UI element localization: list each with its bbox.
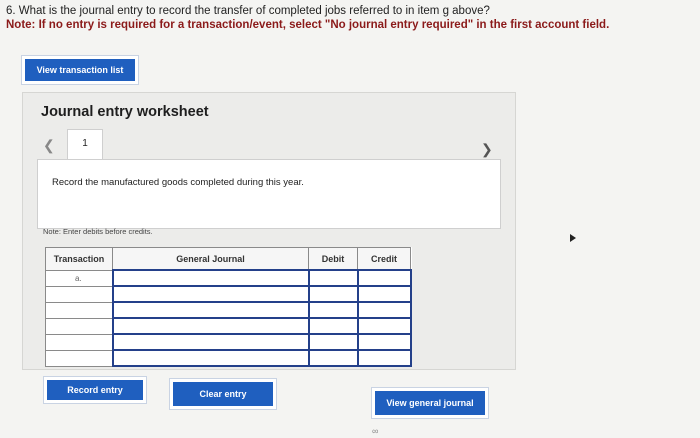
view-transaction-list-button[interactable]: View transaction list — [22, 56, 138, 84]
header-credit: Credit — [357, 247, 411, 271]
question-note: Note: If no entry is required for a tran… — [6, 19, 610, 31]
credit-input[interactable] — [356, 301, 412, 319]
transaction-description: Record the manufactured goods completed … — [52, 177, 304, 188]
credit-input[interactable] — [356, 349, 412, 367]
credit-input[interactable] — [356, 269, 412, 287]
transaction-cell — [45, 301, 113, 319]
record-entry-button[interactable]: Record entry — [44, 377, 146, 403]
journal-table: Transaction General Journal Debit Credit… — [45, 247, 412, 367]
table-row — [45, 349, 412, 367]
account-select[interactable] — [111, 285, 310, 303]
worksheet-title: Journal entry worksheet — [41, 104, 209, 120]
table-row — [45, 317, 412, 335]
tab-number: 1 — [82, 138, 88, 149]
account-select[interactable] — [111, 349, 310, 367]
debit-input[interactable] — [307, 317, 359, 335]
account-select[interactable] — [111, 317, 310, 335]
chevron-right-icon[interactable]: ❯ — [481, 141, 493, 158]
cursor-arrow-icon — [570, 234, 576, 242]
question-text: 6. What is the journal entry to record t… — [6, 5, 490, 17]
view-general-journal-button[interactable]: View general journal — [372, 388, 488, 418]
account-select[interactable] — [111, 301, 310, 319]
credit-input[interactable] — [356, 333, 412, 351]
credit-input[interactable] — [356, 285, 412, 303]
header-transaction: Transaction — [45, 247, 113, 271]
header-debit: Debit — [308, 247, 358, 271]
debit-input[interactable] — [307, 349, 359, 367]
table-row — [45, 333, 412, 351]
transaction-cell — [45, 349, 113, 367]
header-general-journal: General Journal — [112, 247, 309, 271]
debit-input[interactable] — [307, 285, 359, 303]
debit-input[interactable] — [307, 333, 359, 351]
table-row — [45, 285, 412, 303]
clear-entry-button[interactable]: Clear entry — [170, 379, 276, 409]
chevron-left-icon[interactable]: ❮ — [43, 137, 55, 154]
transaction-cell — [45, 317, 113, 335]
link-icon: ∞ — [372, 426, 379, 436]
journal-entry-worksheet: Journal entry worksheet ❮ 1 ❯ Record the… — [22, 92, 516, 370]
transaction-cell — [45, 285, 113, 303]
debits-credits-note: Note: Enter debits before credits. — [43, 227, 153, 236]
account-select[interactable] — [111, 333, 310, 351]
transaction-cell — [45, 333, 113, 351]
table-header-row: Transaction General Journal Debit Credit — [45, 247, 411, 271]
table-row — [45, 301, 412, 319]
transaction-description-box: Record the manufactured goods completed … — [37, 159, 501, 229]
table-row: a. — [45, 269, 412, 287]
debit-input[interactable] — [307, 269, 359, 287]
credit-input[interactable] — [356, 317, 412, 335]
debit-input[interactable] — [307, 301, 359, 319]
transaction-cell: a. — [45, 269, 113, 287]
account-select[interactable] — [111, 269, 310, 287]
tab-1[interactable]: 1 — [67, 129, 103, 159]
